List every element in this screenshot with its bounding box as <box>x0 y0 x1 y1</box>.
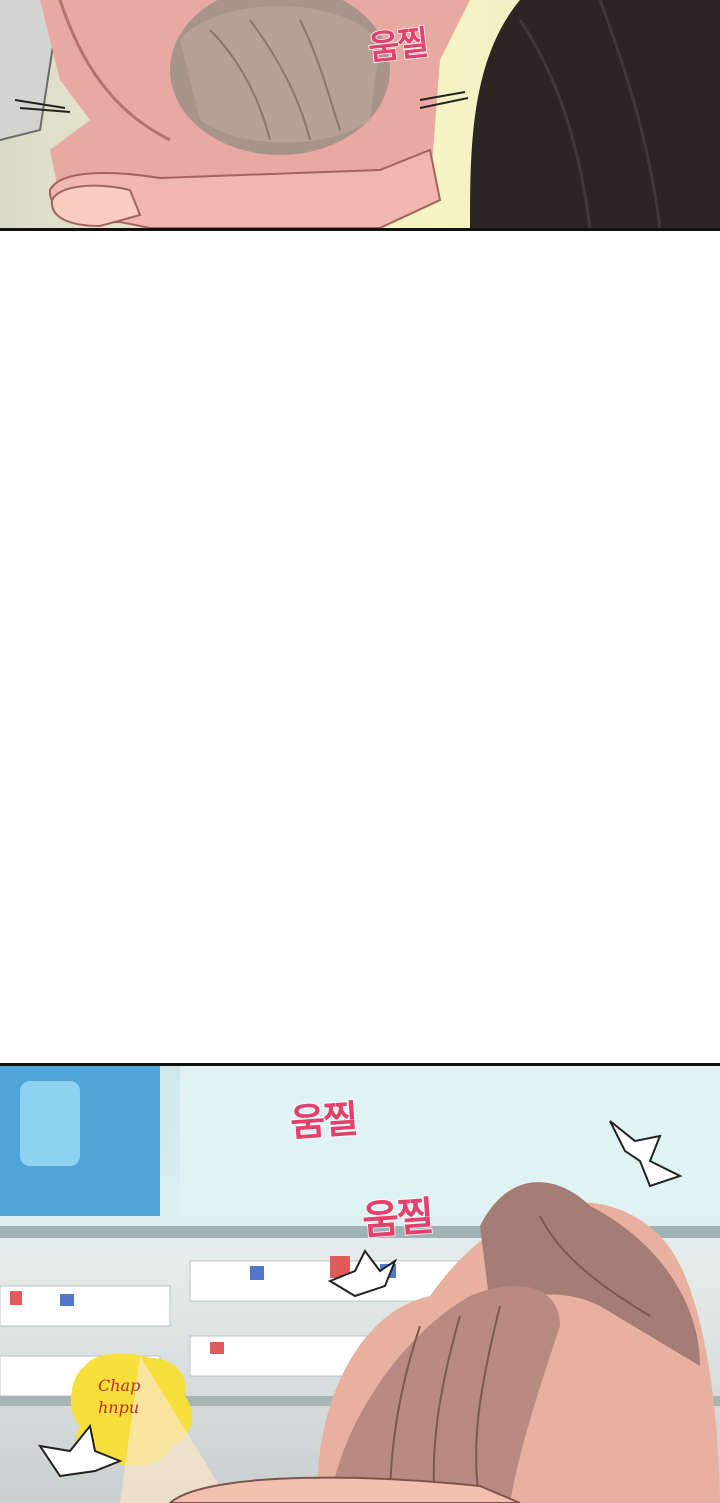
store-sign-text: Chap <box>98 1376 141 1395</box>
panel-top-art <box>0 0 720 228</box>
comic-panel-top: 움찔 <box>0 0 720 231</box>
comic-panel-bottom: 움찔 움찔 Chap hnpu <box>0 1063 720 1503</box>
panel-bottom-art <box>0 1066 720 1503</box>
store-sign-text: hnpu <box>98 1398 140 1417</box>
sound-effect-text: 움찔 <box>360 1193 434 1245</box>
sound-effect-text: 움찔 <box>288 1096 358 1146</box>
sound-effect-text: 움찔 <box>366 22 430 69</box>
